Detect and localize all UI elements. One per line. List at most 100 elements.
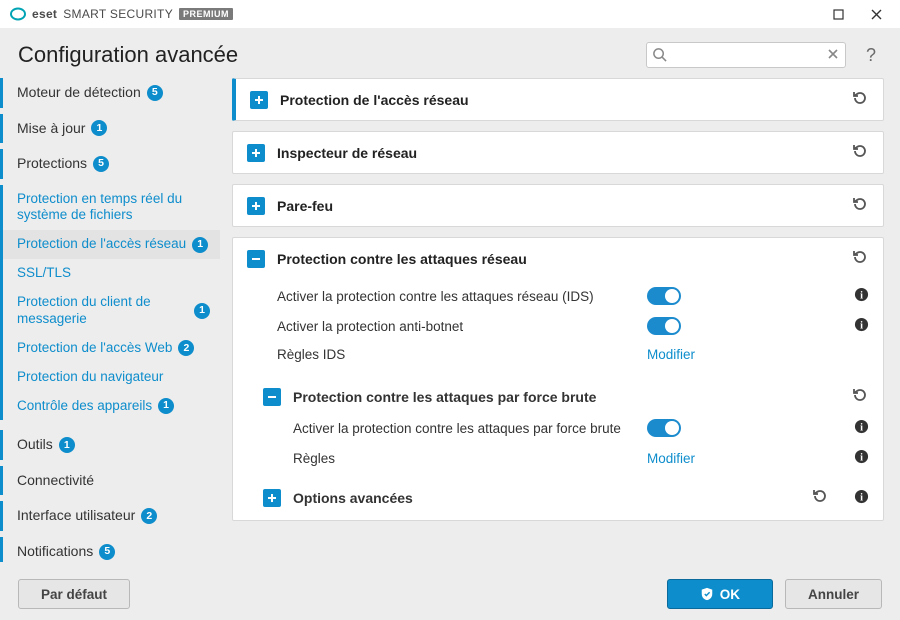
info-icon[interactable]: i [847, 419, 869, 437]
window-buttons [820, 2, 894, 26]
setting-row-ids-rules: Règles IDS Modifier [277, 341, 869, 368]
shield-icon [700, 587, 714, 601]
undo-icon[interactable] [851, 89, 869, 110]
subsection-body: Activer la protection contre les attaque… [233, 411, 883, 479]
edit-link[interactable]: Modifier [647, 347, 695, 362]
panel-header[interactable]: Protection contre les attaques réseau [233, 238, 883, 279]
info-icon[interactable]: i [847, 489, 869, 507]
sidebar-item-connectivity[interactable]: Connectivité [0, 466, 220, 496]
sidebar-item-label: Protections [17, 155, 87, 173]
window-close-button[interactable] [858, 2, 894, 26]
sidebar-badge: 5 [147, 85, 163, 101]
button-label: Annuler [808, 587, 859, 602]
sidebar-item-detection-engine[interactable]: Moteur de détection 5 [0, 78, 220, 108]
sidebar-item-label: Moteur de détection [17, 84, 141, 102]
subsection-title: Options avancées [293, 490, 799, 506]
sidebar-item-label: Protection du client de messagerie [17, 294, 188, 328]
sidebar-badge: 2 [141, 508, 157, 524]
default-button[interactable]: Par défaut [18, 579, 130, 609]
sidebar-sub-realtime-fs[interactable]: Protection en temps réel du système de f… [0, 185, 220, 231]
search-input[interactable] [646, 42, 846, 68]
sidebar-sub-device-control[interactable]: Contrôle des appareils 1 [0, 392, 220, 421]
page-header: Configuration avancée ? [0, 28, 900, 78]
sidebar-sub-browser[interactable]: Protection du navigateur [0, 363, 220, 392]
setting-row-antibotnet: Activer la protection anti-botnet i [277, 311, 869, 341]
sidebar-badge: 1 [91, 120, 107, 136]
subsection-header-advanced[interactable]: Options avancées i [233, 479, 883, 520]
panel-title: Protection contre les attaques réseau [277, 251, 839, 267]
expand-icon[interactable] [250, 91, 268, 109]
sidebar-badge: 5 [93, 156, 109, 172]
panel-header[interactable]: Inspecteur de réseau [233, 132, 883, 173]
sidebar-item-notifications[interactable]: Notifications 5 [0, 537, 220, 562]
panel-title: Inspecteur de réseau [277, 145, 839, 161]
window-maximize-button[interactable] [820, 2, 856, 26]
undo-icon[interactable] [851, 248, 869, 269]
toggle-antibotnet[interactable] [647, 317, 681, 335]
sidebar-item-label: SSL/TLS [17, 265, 71, 282]
sidebar-item-update[interactable]: Mise à jour 1 [0, 114, 220, 144]
sidebar-item-label: Notifications [17, 543, 93, 561]
sidebar-item-label: Protection de l'accès réseau [17, 236, 186, 253]
sidebar-item-label: Mise à jour [17, 120, 85, 138]
sidebar-item-label: Interface utilisateur [17, 507, 135, 525]
info-icon[interactable]: i [847, 449, 869, 467]
panel-header[interactable]: Pare-feu [233, 185, 883, 226]
setting-row-ids: Activer la protection contre les attaque… [277, 281, 869, 311]
footer: Par défaut OK Annuler [0, 568, 900, 620]
svg-text:i: i [860, 422, 863, 433]
search-icon [652, 47, 667, 65]
sidebar-item-tools[interactable]: Outils 1 [0, 430, 220, 460]
sidebar-item-ui[interactable]: Interface utilisateur 2 [0, 501, 220, 531]
undo-icon[interactable] [851, 195, 869, 216]
toggle-bruteforce[interactable] [647, 419, 681, 437]
setting-label: Règles [293, 451, 637, 466]
subsection-header-bruteforce[interactable]: Protection contre les attaques par force… [233, 378, 883, 411]
page-title: Configuration avancée [18, 42, 632, 68]
cancel-button[interactable]: Annuler [785, 579, 882, 609]
svg-text:i: i [860, 320, 863, 331]
info-icon[interactable]: i [847, 287, 869, 305]
sidebar-item-label: Outils [17, 436, 53, 454]
help-button[interactable]: ? [860, 45, 882, 66]
collapse-icon[interactable] [247, 250, 265, 268]
sidebar-item-label: Connectivité [17, 472, 94, 490]
toggle-ids[interactable] [647, 287, 681, 305]
expand-icon[interactable] [247, 197, 265, 215]
sidebar-item-protections[interactable]: Protections 5 [0, 149, 220, 179]
sidebar-badge: 2 [178, 340, 194, 356]
brand: eset SMART SECURITY PREMIUM [10, 6, 233, 22]
sidebar-sub-network-access[interactable]: Protection de l'accès réseau 1 [0, 230, 220, 259]
search-box [646, 42, 846, 68]
expand-icon[interactable] [263, 489, 281, 507]
brand-logo-icon [10, 6, 26, 22]
undo-icon[interactable] [851, 386, 869, 407]
panel-title: Protection de l'accès réseau [280, 92, 839, 108]
search-clear-icon[interactable] [826, 47, 840, 64]
panel-header[interactable]: Protection de l'accès réseau [236, 79, 883, 120]
panel-network-inspector: Inspecteur de réseau [232, 131, 884, 174]
panel-firewall: Pare-feu [232, 184, 884, 227]
sidebar-sub-web-access[interactable]: Protection de l'accès Web 2 [0, 334, 220, 363]
collapse-icon[interactable] [263, 388, 281, 406]
svg-text:i: i [860, 290, 863, 301]
panel-body: Activer la protection contre les attaque… [233, 279, 883, 378]
setting-label: Activer la protection contre les attaque… [293, 421, 637, 436]
undo-icon[interactable] [811, 487, 829, 508]
ok-button[interactable]: OK [667, 579, 773, 609]
brand-tier: PREMIUM [179, 8, 233, 20]
sidebar-sub-ssl-tls[interactable]: SSL/TLS [0, 259, 220, 288]
setting-label: Règles IDS [277, 347, 637, 362]
sidebar-item-label: Protection du navigateur [17, 369, 163, 386]
svg-text:i: i [860, 492, 863, 503]
sidebar-badge: 5 [99, 544, 115, 560]
panel-network-access-protection: Protection de l'accès réseau [232, 78, 884, 121]
undo-icon[interactable] [851, 142, 869, 163]
brand-prefix: eset [32, 7, 57, 21]
info-icon[interactable]: i [847, 317, 869, 335]
expand-icon[interactable] [247, 144, 265, 162]
sidebar-item-label: Contrôle des appareils [17, 398, 152, 415]
sidebar: Moteur de détection 5 Mise à jour 1 Prot… [0, 78, 222, 562]
sidebar-sub-mail-client[interactable]: Protection du client de messagerie 1 [0, 288, 220, 334]
edit-link[interactable]: Modifier [647, 451, 695, 466]
